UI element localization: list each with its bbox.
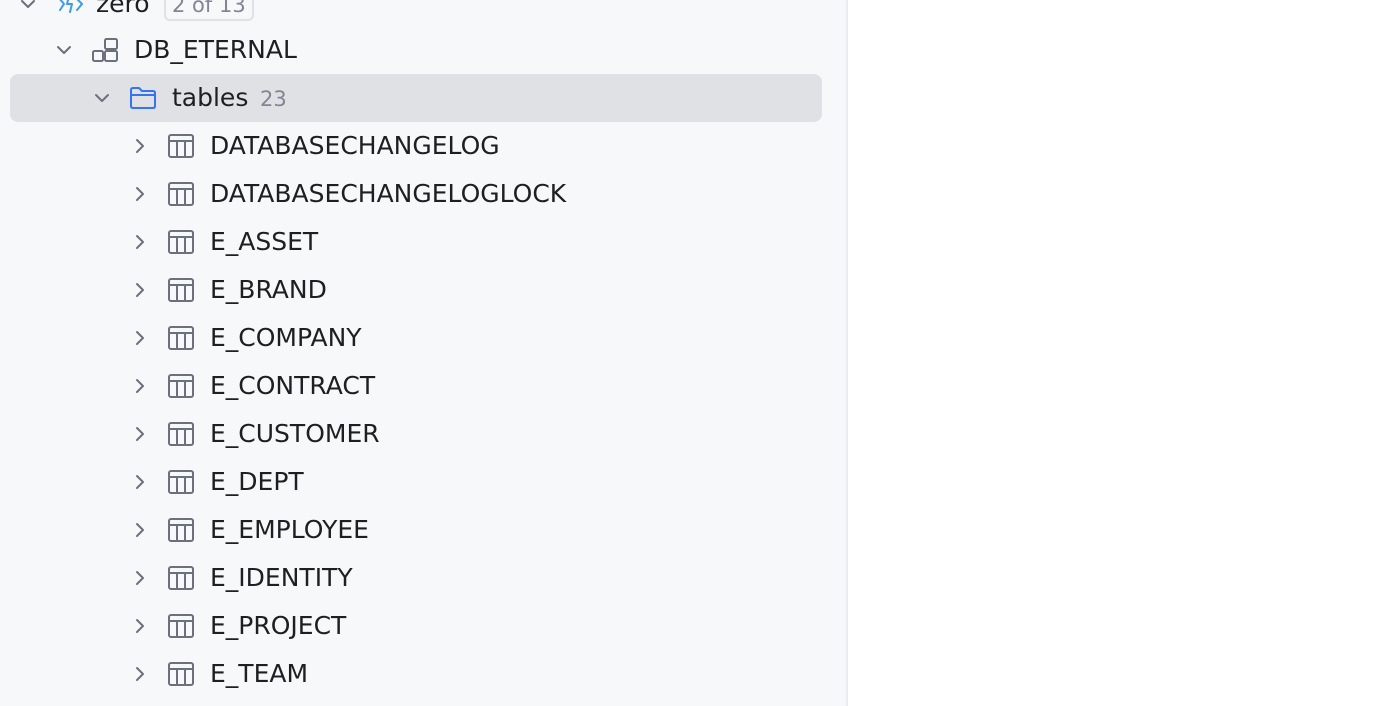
table-label: E_EMPLOYEE (210, 515, 369, 544)
table-icon (166, 660, 196, 688)
schema-label: DB_ETERNAL (134, 35, 297, 64)
chevron-right-icon[interactable] (128, 422, 152, 446)
schema-icon (90, 36, 120, 64)
chevron-right-icon[interactable] (128, 278, 152, 302)
table-label: DATABASECHANGELOG (210, 131, 500, 160)
tree-node-schema[interactable]: DB_ETERNAL (10, 26, 822, 74)
tree-node-table[interactable]: E_PROJECT (10, 602, 822, 650)
chevron-down-icon[interactable] (90, 86, 114, 110)
chevron-right-icon[interactable] (128, 662, 152, 686)
table-icon (166, 516, 196, 544)
table-label: E_ASSET (210, 227, 319, 256)
table-icon (166, 468, 196, 496)
tree-node-table[interactable]: DATABASECHANGELOG (10, 122, 822, 170)
table-label: E_COMPANY (210, 323, 362, 352)
chevron-right-icon[interactable] (128, 374, 152, 398)
chevron-right-icon[interactable] (128, 470, 152, 494)
table-icon (166, 420, 196, 448)
chevron-right-icon[interactable] (128, 230, 152, 254)
tree-node-table[interactable]: E_BRAND (10, 266, 822, 314)
table-icon (166, 180, 196, 208)
chevron-down-icon[interactable] (52, 38, 76, 62)
tree-node-table[interactable]: E_COMPANY (10, 314, 822, 362)
chevron-right-icon[interactable] (128, 134, 152, 158)
chevron-right-icon[interactable] (128, 182, 152, 206)
table-label: E_TEAM (210, 659, 309, 688)
folder-icon (128, 84, 158, 112)
chevron-down-icon[interactable] (16, 0, 40, 16)
table-icon (166, 276, 196, 304)
tree-node-table[interactable]: E_IDENTITY (10, 554, 822, 602)
chevron-right-icon[interactable] (128, 326, 152, 350)
table-label: E_PROJECT (210, 611, 347, 640)
table-label: E_IDENTITY (210, 563, 353, 592)
tree-node-table[interactable]: E_CONTRACT (10, 362, 822, 410)
tree-node-table[interactable]: E_ASSET (10, 218, 822, 266)
chevron-right-icon[interactable] (128, 566, 152, 590)
folder-count: 23 (260, 87, 287, 111)
connection-icon (56, 0, 86, 18)
tree-node-table[interactable]: E_TEAM (10, 650, 822, 698)
tree-node-tables-folder[interactable]: tables 23 (10, 74, 822, 122)
table-icon (166, 132, 196, 160)
table-icon (166, 372, 196, 400)
table-icon (166, 324, 196, 352)
tree-node-table[interactable]: E_EMPLOYEE (10, 506, 822, 554)
app-window: zero 2 of 13 DB_ETERNAL tables 23 DATABA… (0, 0, 1374, 706)
editor-area[interactable] (848, 0, 1374, 706)
table-icon (166, 228, 196, 256)
tree-node-table[interactable]: E_DEPT (10, 458, 822, 506)
table-label: E_CUSTOMER (210, 419, 380, 448)
connection-label: zero (96, 0, 150, 18)
folder-label: tables (172, 83, 249, 112)
connection-badge: 2 of 13 (164, 0, 254, 21)
table-label: DATABASECHANGELOGLOCK (210, 179, 567, 208)
table-icon (166, 612, 196, 640)
table-label: E_BRAND (210, 275, 327, 304)
database-explorer-tree[interactable]: zero 2 of 13 DB_ETERNAL tables 23 DATABA… (0, 0, 848, 706)
table-label: E_DEPT (210, 467, 304, 496)
table-icon (166, 564, 196, 592)
tree-node-table[interactable]: DATABASECHANGELOGLOCK (10, 170, 822, 218)
chevron-right-icon[interactable] (128, 518, 152, 542)
tree-node-table[interactable]: E_CUSTOMER (10, 410, 822, 458)
table-label: E_CONTRACT (210, 371, 376, 400)
chevron-right-icon[interactable] (128, 614, 152, 638)
tree-node-connection[interactable]: zero 2 of 13 (10, 0, 822, 28)
